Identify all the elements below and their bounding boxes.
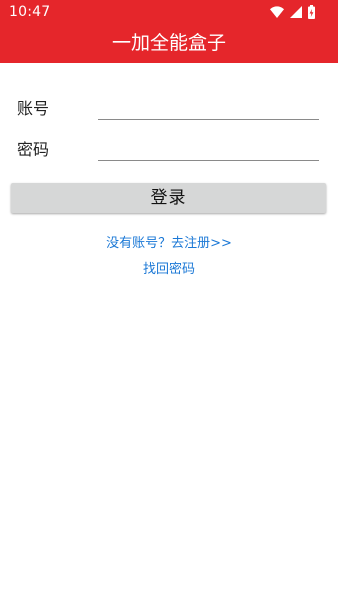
username-label: 账号 bbox=[17, 99, 50, 118]
username-input[interactable] bbox=[98, 94, 319, 120]
password-input[interactable] bbox=[98, 135, 319, 161]
password-label: 密码 bbox=[17, 140, 50, 159]
wifi-icon bbox=[269, 4, 285, 20]
cell-signal-icon bbox=[289, 4, 303, 20]
app-title: 一加全能盒子 bbox=[111, 32, 226, 54]
forgot-password-link[interactable]: 找回密码 bbox=[0, 261, 338, 279]
login-button[interactable]: 登录 bbox=[11, 183, 326, 213]
password-row: 密码 bbox=[0, 131, 338, 171]
status-time: 10:47 bbox=[9, 4, 51, 20]
battery-icon bbox=[307, 4, 316, 20]
status-bar: 10:47 bbox=[0, 0, 338, 24]
register-link[interactable]: 没有账号？去注册>> bbox=[0, 235, 338, 253]
toolbar: 一加全能盒子 bbox=[0, 24, 338, 63]
status-icons bbox=[269, 4, 316, 20]
username-row: 账号 bbox=[0, 90, 338, 130]
